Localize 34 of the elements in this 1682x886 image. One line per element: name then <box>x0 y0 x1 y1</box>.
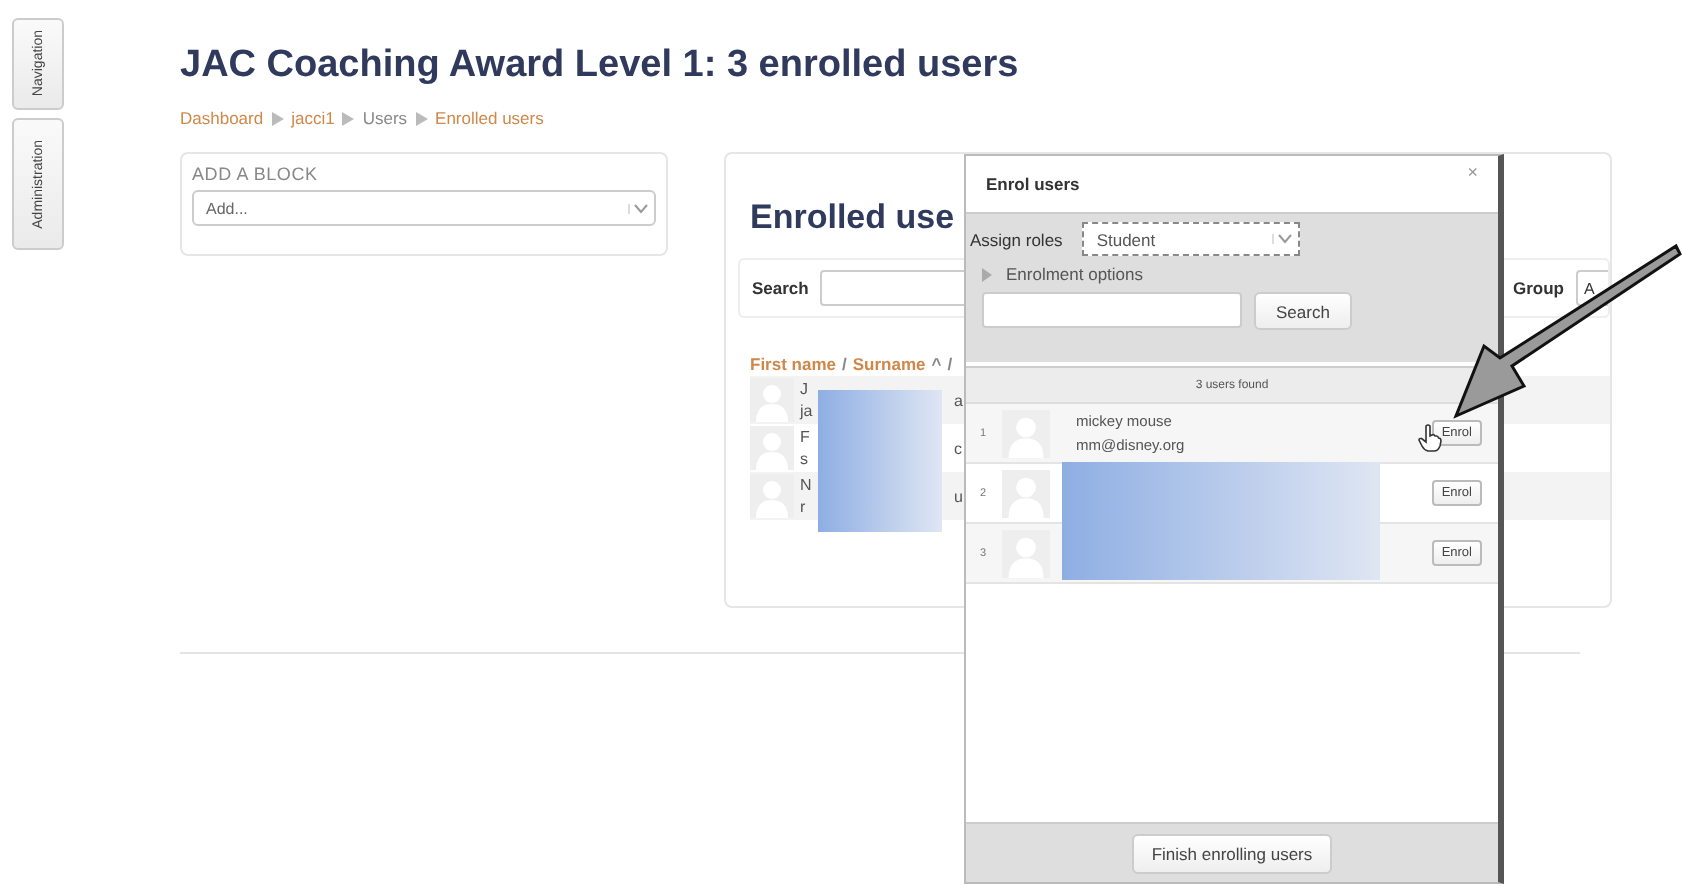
search-field[interactable] <box>982 292 1242 328</box>
breadcrumb-link[interactable]: Users <box>362 108 408 128</box>
sort-caret: ^ <box>931 354 942 374</box>
dialog-title: Enrol users <box>986 174 1080 194</box>
finish-button[interactable]: Finish enrolling users <box>1131 833 1333 873</box>
page-title: JAC Coaching Award Level 1: 3 enrolled users <box>180 44 1021 88</box>
group-label: Group <box>1513 278 1564 298</box>
enrolment-options-toggle[interactable]: Enrolment options <box>982 264 1144 284</box>
table-cell: a <box>954 391 963 409</box>
role-select[interactable]: Student <box>1082 222 1301 256</box>
separator-text: / <box>842 354 847 374</box>
user-name: F <box>800 426 812 448</box>
redaction-box <box>818 390 942 532</box>
search-button[interactable]: Search <box>1254 292 1352 330</box>
user-name: N <box>800 474 814 496</box>
user-email: r <box>800 496 808 518</box>
hand-cursor-icon <box>1418 424 1442 452</box>
section-heading: Enrolled use <box>750 198 957 238</box>
user-email: ja <box>800 400 815 422</box>
breadcrumb-separator-icon <box>342 111 355 125</box>
add-block-select[interactable]: Add... <box>192 190 656 226</box>
table-cell: u <box>954 487 963 505</box>
search-label: Search <box>752 278 809 298</box>
user-name: J <box>800 378 810 400</box>
block-title: ADD A BLOCK <box>192 164 320 184</box>
dropdown-icon <box>1272 234 1293 244</box>
dropdown-icon <box>628 203 648 213</box>
expand-triangle-icon <box>982 267 992 281</box>
assign-roles-label: Assign roles <box>970 229 1063 249</box>
user-email: s <box>800 448 810 470</box>
table-cell: c <box>954 439 962 457</box>
breadcrumb-separator-icon <box>415 111 428 125</box>
separator-text: / <box>947 354 953 374</box>
breadcrumb-separator-icon <box>271 111 284 125</box>
